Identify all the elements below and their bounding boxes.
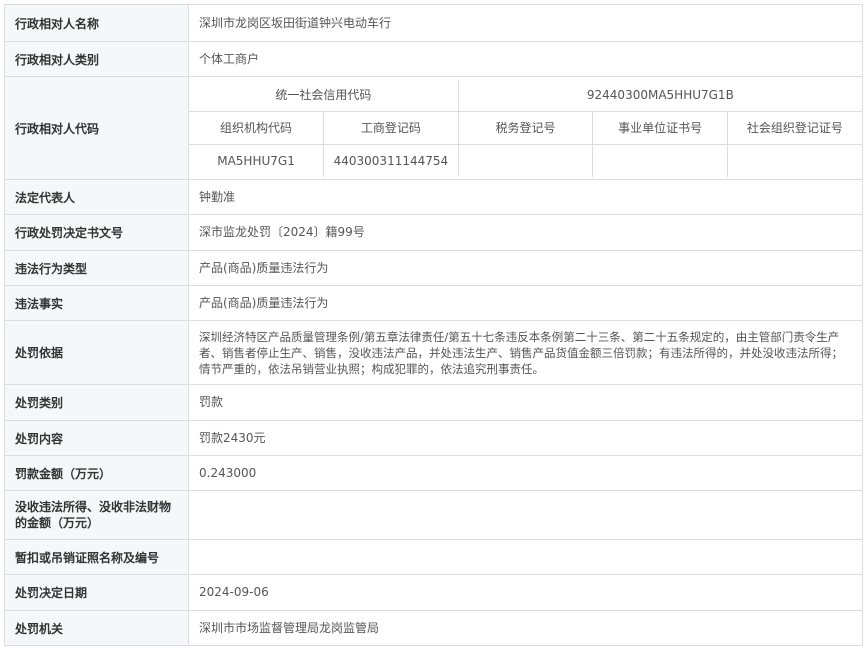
row-label: 行政相对人名称 (4, 4, 189, 42)
codes-row: MA5HHU7G1 440300311144754 (189, 144, 862, 177)
code-header: 社会组织登记证号 (726, 111, 862, 145)
uscc-label: 统一社会信用代码 (189, 79, 459, 112)
row-label: 处罚类别 (4, 384, 189, 421)
penalty-info-table: 行政相对人名称 深圳市龙岗区坂田街道钟兴电动车行 行政相对人类别 个体工商户 行… (4, 4, 863, 646)
table-row: 处罚决定日期 2024-09-06 (4, 574, 863, 611)
uscc-value: 92440300MA5HHU7G1B (457, 79, 862, 112)
codes-row: 统一社会信用代码 92440300MA5HHU7G1B (189, 79, 862, 112)
row-value: 深圳市龙岗区坂田街道钟兴电动车行 (188, 4, 863, 42)
row-value: 2024-09-06 (188, 574, 863, 611)
code-value (726, 144, 862, 177)
table-row: 法定代表人 钟勤准 (4, 179, 863, 215)
table-row: 处罚内容 罚款2430元 (4, 420, 863, 456)
codes-table: 统一社会信用代码 92440300MA5HHU7G1B 组织机构代码 工商登记码… (189, 79, 862, 177)
code-header: 税务登记号 (457, 111, 594, 145)
row-value: 罚款 (188, 384, 863, 421)
row-label: 罚款金额（万元） (4, 455, 189, 491)
table-row: 违法事实 产品(商品)质量违法行为 (4, 285, 863, 321)
row-label: 行政处罚决定书文号 (4, 214, 189, 251)
table-row: 没收违法所得、没收非法财物的金额（万元） (4, 490, 863, 540)
row-value: 0.243000 (188, 455, 863, 491)
row-label: 行政相对人类别 (4, 41, 189, 77)
codes-row: 组织机构代码 工商登记码 税务登记号 事业单位证书号 社会组织登记证号 (189, 111, 862, 145)
table-row: 行政相对人名称 深圳市龙岗区坂田街道钟兴电动车行 (4, 4, 863, 42)
row-label: 处罚依据 (4, 320, 189, 385)
code-header: 组织机构代码 (189, 111, 325, 145)
row-value (188, 539, 863, 575)
row-label: 违法事实 (4, 285, 189, 321)
row-value: 产品(商品)质量违法行为 (188, 285, 863, 321)
row-label: 没收违法所得、没收非法财物的金额（万元） (4, 490, 189, 540)
code-header: 事业单位证书号 (592, 111, 728, 145)
row-value: 钟勤准 (188, 179, 863, 215)
code-value: 440300311144754 (323, 144, 459, 177)
table-row: 暂扣或吊销证照名称及编号 (4, 539, 863, 575)
code-header: 工商登记码 (323, 111, 459, 145)
row-label: 处罚内容 (4, 420, 189, 456)
table-row: 处罚类别 罚款 (4, 384, 863, 421)
row-label: 处罚机关 (4, 610, 189, 646)
row-value: 个体工商户 (188, 41, 863, 77)
row-label: 行政相对人代码 (4, 76, 189, 180)
table-row: 处罚依据 深圳经济特区产品质量管理条例/第五章法律责任/第五十七条违反本条例第二… (4, 320, 863, 385)
table-row: 行政相对人类别 个体工商户 (4, 41, 863, 77)
code-value (457, 144, 594, 177)
row-value: 深市监龙处罚〔2024〕籍99号 (188, 214, 863, 251)
row-value: 深圳经济特区产品质量管理条例/第五章法律责任/第五十七条违反本条例第二十三条、第… (188, 320, 863, 385)
row-value: 产品(商品)质量违法行为 (188, 250, 863, 286)
table-row: 行政相对人代码 统一社会信用代码 92440300MA5HHU7G1B 组织机构… (4, 76, 863, 180)
table-row: 处罚机关 深圳市市场监督管理局龙岗监管局 (4, 610, 863, 646)
code-value: MA5HHU7G1 (189, 144, 325, 177)
codes-cell: 统一社会信用代码 92440300MA5HHU7G1B 组织机构代码 工商登记码… (188, 76, 863, 180)
row-label: 处罚决定日期 (4, 574, 189, 611)
table-row: 违法行为类型 产品(商品)质量违法行为 (4, 250, 863, 286)
row-label: 暂扣或吊销证照名称及编号 (4, 539, 189, 575)
row-label: 法定代表人 (4, 179, 189, 215)
row-value: 深圳市市场监督管理局龙岗监管局 (188, 610, 863, 646)
table-row: 行政处罚决定书文号 深市监龙处罚〔2024〕籍99号 (4, 214, 863, 251)
row-value (188, 490, 863, 540)
code-value (592, 144, 728, 177)
row-value: 罚款2430元 (188, 420, 863, 456)
row-label: 违法行为类型 (4, 250, 189, 286)
table-row: 罚款金额（万元） 0.243000 (4, 455, 863, 491)
